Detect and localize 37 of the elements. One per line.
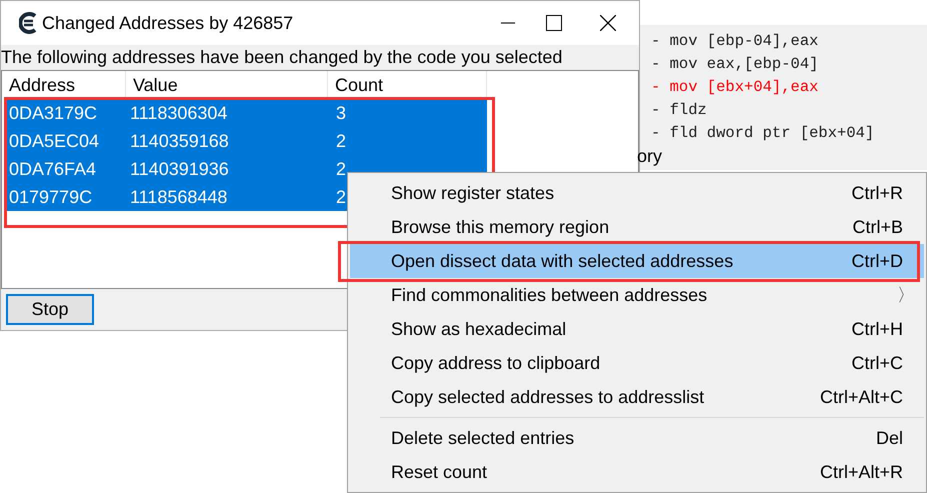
shortcut-text: Ctrl+D	[851, 250, 903, 272]
table-cell-text: 1118568448	[129, 186, 228, 209]
menu-item-label: Browse this memory region	[391, 216, 610, 239]
shortcut-text: Ctrl+H	[851, 318, 903, 340]
code-line: - fldz	[651, 100, 708, 121]
menu-item-label: Reset count	[391, 460, 488, 484]
code-line: - mov [ebp-04],eax	[651, 31, 820, 52]
submenu-arrow: 〉	[897, 284, 915, 306]
menu-item-label: Copy selected addresses to addresslist	[391, 386, 704, 409]
code-line: - mov eax,[ebp-04]	[651, 54, 820, 75]
window-title: Changed Addresses by 426857	[42, 12, 294, 35]
menu-item-label: Find commonalities between addresses	[391, 284, 708, 306]
code-line: - mov [ebx+04],eax	[651, 77, 820, 98]
table-cell-text: 0DA3179C	[8, 102, 98, 125]
table-cell-text: 1140391936	[129, 158, 230, 181]
background-text: ory	[637, 145, 664, 167]
table-cell-text: 0DA76FA4	[8, 158, 98, 181]
message-text: The following addresses have been changed by the code you selected	[1, 46, 564, 69]
table-cell-text: 1140359168	[129, 130, 230, 153]
table-cell-text: 0DA5EC04	[8, 130, 100, 153]
table-cell-text: 3	[335, 102, 346, 125]
shortcut-text: Ctrl+C	[851, 352, 903, 374]
table-cell-text: 1118306304	[129, 102, 228, 125]
shortcut-text: Ctrl+R	[851, 182, 903, 204]
shortcut-text: Ctrl+Alt+C	[820, 386, 903, 408]
menu-item-label: Delete selected entries	[391, 426, 574, 450]
shortcut-text: Ctrl+Alt+R	[820, 460, 903, 484]
shortcut-text: Del	[876, 426, 903, 450]
table-cell-text: 0179779C	[8, 186, 94, 209]
shortcut-text: Ctrl+B	[852, 216, 903, 238]
code-line: - fld dword ptr [ebx+04]	[651, 123, 876, 144]
menu-item-label: Open dissect data with selected addresses	[391, 250, 734, 273]
menu-item-label: Copy address to clipboard	[391, 352, 600, 375]
table-cell-text: 2	[335, 186, 346, 209]
table-cell-text: 2	[335, 158, 346, 181]
menu-item-label: Show as hexadecimal	[391, 318, 566, 340]
table-cell-text: 2	[335, 130, 346, 153]
